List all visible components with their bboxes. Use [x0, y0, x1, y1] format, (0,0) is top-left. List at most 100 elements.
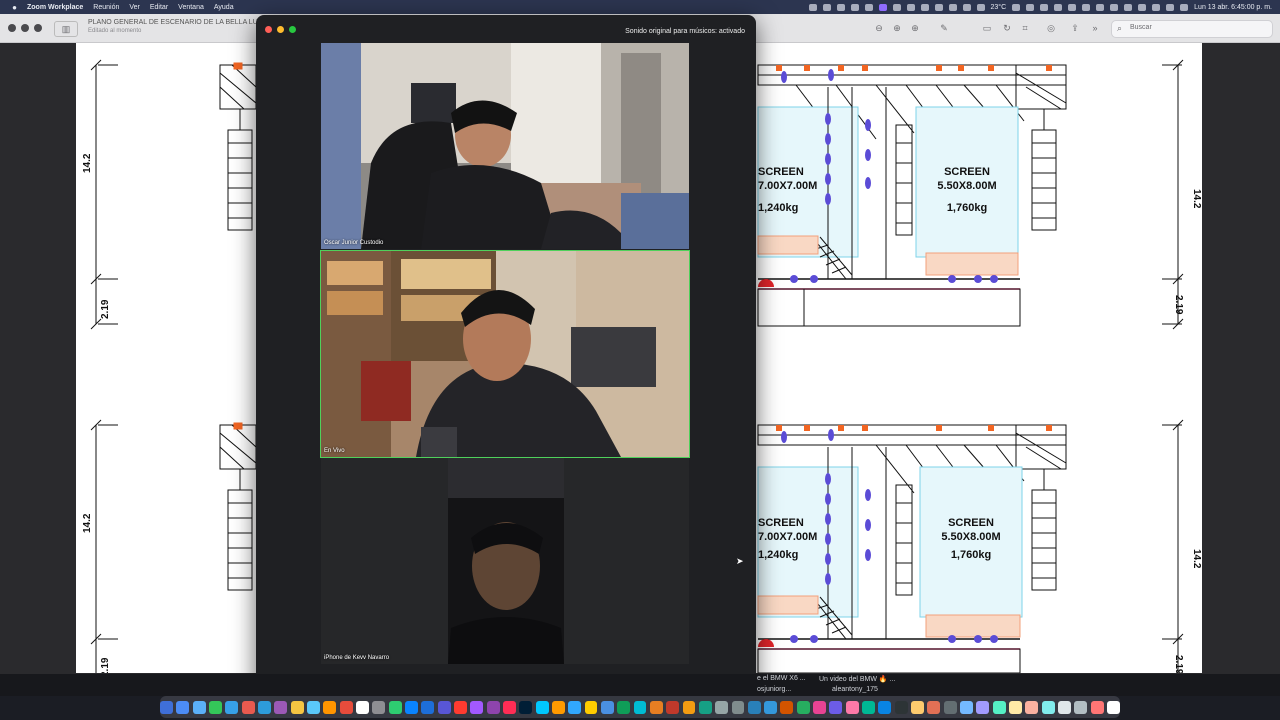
- zoom-close-button[interactable]: [265, 26, 272, 33]
- dock-app-icon[interactable]: [421, 700, 435, 714]
- minimize-window-button[interactable]: [21, 24, 29, 32]
- volume-icon[interactable]: [1096, 3, 1105, 11]
- dock-app-icon[interactable]: [1041, 700, 1055, 714]
- battery-icon[interactable]: [1110, 3, 1119, 11]
- menu-ventana[interactable]: Ventana: [178, 4, 204, 11]
- dock-app-icon[interactable]: [568, 700, 582, 714]
- spotlight-icon[interactable]: [1138, 3, 1147, 11]
- zoom-out-icon[interactable]: ⊖: [872, 21, 886, 35]
- dock-app-icon[interactable]: [176, 700, 190, 714]
- dock-app-icon[interactable]: [225, 700, 239, 714]
- dock-app-icon[interactable]: [519, 700, 533, 714]
- dock-app-icon[interactable]: [747, 700, 761, 714]
- apple-menu-icon[interactable]: ●: [10, 3, 19, 12]
- screen-share-icon[interactable]: [878, 3, 887, 11]
- dock-app-icon[interactable]: [388, 700, 402, 714]
- dock-app-icon[interactable]: [649, 700, 663, 714]
- menu-ver[interactable]: Ver: [129, 4, 140, 11]
- zoom-minimize-button[interactable]: [277, 26, 284, 33]
- dock-app-icon[interactable]: [306, 700, 320, 714]
- dock-app-icon[interactable]: [943, 700, 957, 714]
- sidebar-toggle-icon[interactable]: ▥: [54, 21, 78, 37]
- dock-app-icon[interactable]: [209, 700, 222, 714]
- dock-app-icon[interactable]: [698, 700, 712, 714]
- dock-app-icon[interactable]: [1107, 700, 1120, 714]
- dock-app-icon[interactable]: [404, 700, 418, 714]
- tray-icon[interactable]: [1068, 3, 1077, 11]
- dock-app-icon[interactable]: [617, 700, 631, 714]
- close-window-button[interactable]: [8, 24, 16, 32]
- share-icon[interactable]: ⇪: [1068, 21, 1082, 35]
- dock-app-icon[interactable]: [829, 700, 843, 714]
- dock-app-icon[interactable]: [715, 700, 729, 714]
- dock-app-icon[interactable]: [731, 700, 745, 714]
- dock-app-icon[interactable]: [600, 700, 614, 714]
- wifi-icon[interactable]: [1124, 3, 1133, 11]
- dock-app-icon[interactable]: [437, 700, 451, 714]
- dock-app-icon[interactable]: [927, 700, 941, 714]
- tray-icon[interactable]: [1012, 3, 1021, 11]
- user-icon[interactable]: [1180, 3, 1189, 11]
- dock-app-icon[interactable]: [1025, 700, 1039, 714]
- tray-icon[interactable]: [836, 3, 845, 11]
- dock-app-icon[interactable]: [894, 700, 908, 714]
- tray-icon[interactable]: [920, 3, 929, 11]
- dock-app-icon[interactable]: [453, 700, 467, 714]
- dock-app-icon[interactable]: [992, 700, 1006, 714]
- dock-app-icon[interactable]: [257, 700, 271, 714]
- dock-app-icon[interactable]: [1074, 700, 1088, 714]
- weather-icon[interactable]: [976, 3, 985, 11]
- temperature[interactable]: 23°C: [991, 4, 1007, 11]
- rotate-icon[interactable]: ↻: [1000, 21, 1014, 35]
- dock-app-icon[interactable]: [160, 700, 173, 714]
- dock-app-icon[interactable]: [290, 700, 304, 714]
- tray-icon[interactable]: [864, 3, 873, 11]
- dock-app-icon[interactable]: [764, 700, 778, 714]
- dock-app-icon[interactable]: [470, 700, 484, 714]
- tray-icon[interactable]: [822, 3, 831, 11]
- siri-icon[interactable]: [1166, 3, 1175, 11]
- zoom-in-icon[interactable]: ⊕: [890, 21, 904, 35]
- tray-icon[interactable]: [906, 3, 915, 11]
- menu-editar[interactable]: Editar: [150, 4, 168, 11]
- dock-app-icon[interactable]: [682, 700, 696, 714]
- video-tile-active-speaker[interactable]: En Vivo: [320, 250, 690, 458]
- tray-icon[interactable]: [1026, 3, 1035, 11]
- dock-app-icon[interactable]: [796, 700, 810, 714]
- app-menu[interactable]: Zoom Workplace: [27, 4, 83, 11]
- dock-app-icon[interactable]: [1058, 700, 1071, 714]
- tray-icon[interactable]: [808, 3, 817, 11]
- dock-app-icon[interactable]: [862, 700, 876, 714]
- rectangle-icon[interactable]: ▭: [980, 21, 994, 35]
- tray-icon[interactable]: [1082, 3, 1091, 11]
- zoom-fit-icon[interactable]: ⊕: [908, 21, 922, 35]
- zoom-fullscreen-button[interactable]: [289, 26, 296, 33]
- original-sound-status[interactable]: Sonido original para músicos: activado: [625, 28, 745, 35]
- video-tile[interactable]: Oscar Junior Custodio: [321, 43, 689, 249]
- dock-app-icon[interactable]: [241, 700, 255, 714]
- video-tile[interactable]: iPhone de Kevv Navarro: [321, 458, 689, 664]
- dock-app-icon[interactable]: [845, 700, 859, 714]
- dock-app-icon[interactable]: [976, 700, 990, 714]
- dock-app-icon[interactable]: [355, 700, 369, 714]
- search-input[interactable]: ⌕ Buscar: [1111, 20, 1273, 38]
- clock[interactable]: Lun 13 abr. 6:45:00 p. m.: [1194, 4, 1272, 11]
- markup-icon[interactable]: ✎: [934, 21, 954, 35]
- dock-app-icon[interactable]: [1090, 700, 1104, 714]
- dock-app-icon[interactable]: [813, 700, 827, 714]
- dock-app-icon[interactable]: [192, 700, 206, 714]
- more-icon[interactable]: »: [1088, 21, 1102, 35]
- dock-app-icon[interactable]: [274, 700, 288, 714]
- dock-app-icon[interactable]: [960, 700, 974, 714]
- dock-app-icon[interactable]: [535, 700, 549, 714]
- tray-icon[interactable]: [962, 3, 971, 11]
- menu-ayuda[interactable]: Ayuda: [214, 4, 234, 11]
- crop-icon[interactable]: ⌗: [1018, 21, 1032, 35]
- control-center-icon[interactable]: [1152, 3, 1161, 11]
- dock-app-icon[interactable]: [1009, 700, 1023, 714]
- dock-app-icon[interactable]: [633, 700, 647, 714]
- dock-app-icon[interactable]: [323, 700, 337, 714]
- dock-app-icon[interactable]: [911, 700, 925, 714]
- tray-icon[interactable]: [934, 3, 943, 11]
- tray-icon[interactable]: [850, 3, 859, 11]
